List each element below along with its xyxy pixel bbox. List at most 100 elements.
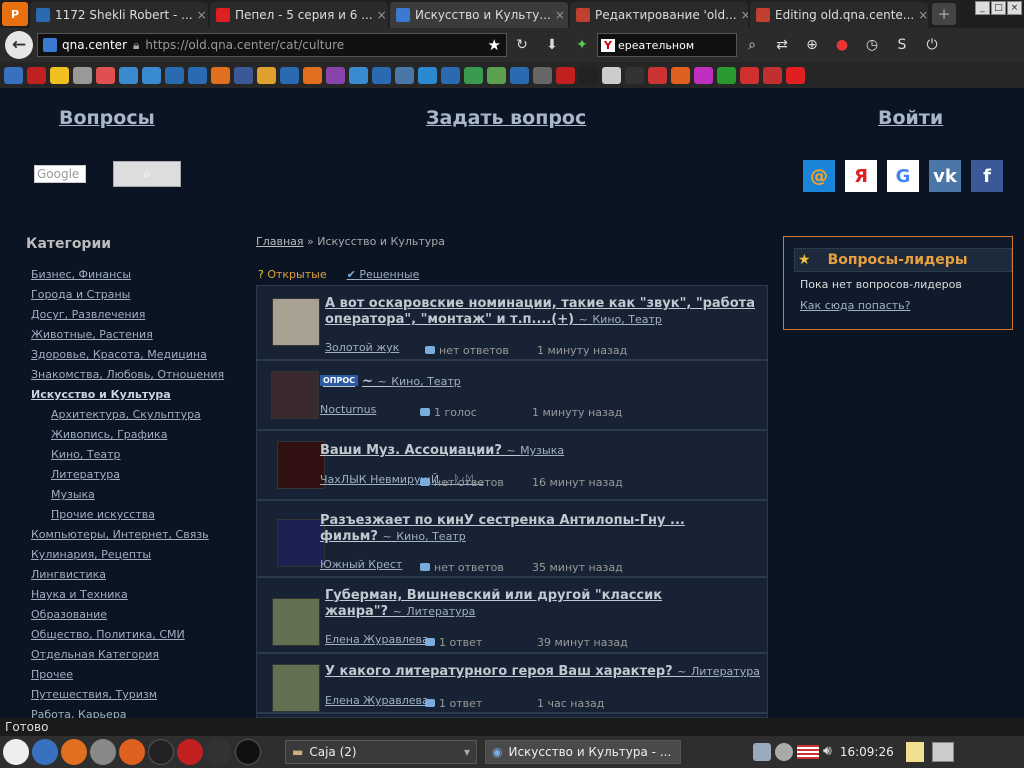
category-link[interactable]: Образование (31, 608, 224, 628)
bookmark-icon[interactable] (372, 66, 391, 84)
s-extension-icon[interactable]: S (887, 37, 917, 53)
google-login-button[interactable]: G (887, 160, 919, 192)
bookmark-icon[interactable] (50, 66, 69, 84)
category-link[interactable]: Прочее (31, 668, 224, 688)
category-link[interactable]: Знакомства, Любовь, Отношения (31, 368, 224, 388)
category-link[interactable]: Кино, Театр (31, 448, 224, 468)
questions-link[interactable]: Вопросы (59, 107, 155, 129)
search-input[interactable]: Y ереательном (597, 33, 737, 57)
question-author[interactable]: Елена Журавлева (325, 633, 429, 646)
bookmark-icon[interactable] (96, 66, 115, 84)
category-link[interactable]: Работа, Карьера (31, 708, 224, 718)
reload-icon[interactable]: ↻ (507, 37, 537, 53)
question-title[interactable]: А вот оскаровские номинации, такие как "… (325, 296, 755, 327)
maximize-icon[interactable]: □ (991, 1, 1006, 15)
back-button[interactable]: ← (5, 31, 33, 59)
bookmark-icon[interactable] (648, 66, 667, 84)
bookmark-icon[interactable] (188, 66, 207, 84)
bookmark-icon[interactable] (234, 66, 253, 84)
address-bar[interactable]: qna.center 🔒︎ https://old.qna.center/cat… (37, 33, 507, 57)
browser-menu-button[interactable]: P (2, 2, 28, 26)
question-thumbnail[interactable] (272, 598, 320, 646)
question-title[interactable]: ~ (362, 374, 373, 389)
download-icon[interactable]: ⬇ (537, 37, 567, 53)
notes-icon[interactable] (905, 742, 924, 762)
category-link[interactable]: Прочие искусства (31, 508, 224, 528)
category-link[interactable]: Литература (31, 468, 224, 488)
new-tab-button[interactable]: + (932, 3, 956, 25)
login-link[interactable]: Войти (878, 107, 943, 129)
question-thumbnail[interactable] (271, 371, 319, 419)
task-browser[interactable]: ◉ Искусство и Культура - ... (485, 740, 681, 764)
bookmark-icon[interactable] (786, 66, 805, 84)
question-author[interactable]: Елена Журавлева (325, 694, 429, 707)
bookmark-icon[interactable] (142, 66, 161, 84)
smiley-icon[interactable] (148, 739, 174, 765)
target-icon[interactable]: ⊕ (797, 37, 827, 53)
minimize-icon[interactable]: _ (975, 1, 990, 15)
bookmark-icon[interactable] (395, 66, 414, 84)
search-icon[interactable]: ⌕ (737, 37, 767, 53)
question-thumbnail[interactable] (277, 519, 325, 567)
power-icon[interactable]: ⏻ (917, 37, 947, 53)
breadcrumb-home[interactable]: Главная (256, 235, 304, 248)
category-link[interactable]: Живопись, Графика (31, 428, 224, 448)
bookmark-icon[interactable] (280, 66, 299, 84)
bookmark-icon[interactable] (441, 66, 460, 84)
firefox-icon[interactable] (119, 739, 145, 765)
tab-close-icon[interactable]: × (737, 8, 748, 22)
bookmark-icon[interactable] (602, 66, 621, 84)
monster-icon[interactable] (206, 739, 232, 765)
devil-icon[interactable] (177, 739, 203, 765)
category-link[interactable]: Компьютеры, Интернет, Связь (31, 528, 224, 548)
addon-icon[interactable]: ✦ (567, 37, 597, 53)
ask-question-link[interactable]: Задать вопрос (426, 107, 586, 129)
close-icon[interactable]: × (1007, 1, 1022, 15)
yin-yang-icon[interactable] (3, 739, 29, 765)
bookmark-icon[interactable] (257, 66, 276, 84)
globe-icon[interactable] (32, 739, 58, 765)
question-title[interactable]: У какого литературного героя Ваш характе… (325, 664, 673, 679)
tab-close-icon[interactable]: × (193, 8, 207, 22)
bookmark-icon[interactable] (464, 66, 483, 84)
tab-0[interactable]: 1172 Shekli Robert - ... × (30, 2, 208, 28)
filter-open[interactable]: ? Открытые (258, 268, 327, 281)
bookmark-icon[interactable] (740, 66, 759, 84)
category-link[interactable]: Досуг, Развлечения (31, 308, 224, 328)
question-author[interactable]: Nocturnus (320, 403, 376, 416)
clock-icon[interactable]: ◷ (857, 37, 887, 53)
bookmark-icon[interactable] (763, 66, 782, 84)
question-category[interactable]: Литература (406, 605, 475, 618)
question-title[interactable]: Ваши Муз. Ассоциации? (320, 443, 502, 458)
bookmark-icon[interactable] (510, 66, 529, 84)
bookmark-icon[interactable] (671, 66, 690, 84)
category-link[interactable]: Искусство и Культура (31, 388, 224, 408)
bookmark-icon[interactable] (487, 66, 506, 84)
tab-1[interactable]: Пепел - 5 серия и 6 ... × (210, 2, 388, 28)
translate-icon[interactable]: ⇄ (767, 37, 797, 53)
category-link[interactable]: Наука и Техника (31, 588, 224, 608)
question-thumbnail[interactable] (272, 298, 320, 346)
yandex-login-button[interactable]: Я (845, 160, 877, 192)
tab-close-icon[interactable]: × (914, 8, 928, 22)
bookmark-icon[interactable] (165, 66, 184, 84)
bookmark-icon[interactable] (579, 66, 598, 84)
filter-solved[interactable]: ✔ Решенные (347, 268, 420, 281)
question-author[interactable]: Южный Крест (320, 558, 402, 571)
bookmark-icon[interactable] (211, 66, 230, 84)
adblock-icon[interactable]: ● (827, 37, 857, 53)
category-link[interactable]: Отдельная Категория (31, 648, 224, 668)
bookmark-icon[interactable] (556, 66, 575, 84)
bookmark-star-icon[interactable]: ★ (488, 36, 501, 54)
network-icon[interactable] (753, 743, 771, 761)
category-link[interactable]: Животные, Растения (31, 328, 224, 348)
eye-icon[interactable] (90, 739, 116, 765)
question-thumbnail[interactable] (272, 664, 320, 712)
category-link[interactable]: Города и Страны (31, 288, 224, 308)
leaders-how-link[interactable]: Как сюда попасть? (800, 299, 910, 312)
face-icon[interactable] (235, 739, 261, 765)
bookmark-icon[interactable] (349, 66, 368, 84)
question-author[interactable]: Золотой жук (325, 341, 399, 354)
category-link[interactable]: Лингвистика (31, 568, 224, 588)
question-category[interactable]: Кино, Театр (592, 313, 662, 326)
